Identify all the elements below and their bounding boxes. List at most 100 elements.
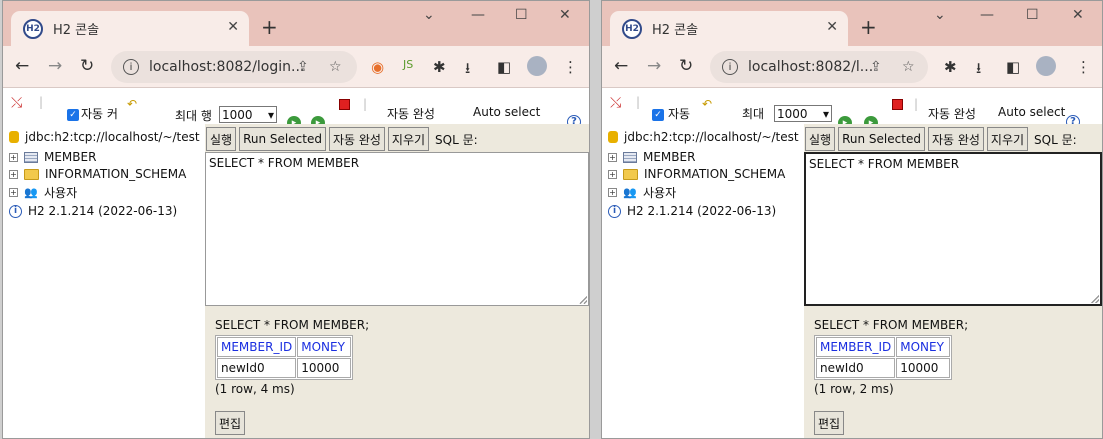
extension-icon[interactable]: ✱ bbox=[944, 58, 957, 76]
tree-item-information-schema[interactable]: + INFORMATION_SCHEMA bbox=[9, 167, 186, 181]
stop-icon[interactable] bbox=[339, 99, 350, 113]
table-cell: 10000 bbox=[896, 358, 951, 378]
auto-select-label: Auto select bbox=[473, 105, 541, 119]
tree-item-member[interactable]: + MEMBER bbox=[608, 150, 695, 164]
sidepanel-icon[interactable]: ◧ bbox=[1006, 58, 1020, 76]
rollback-icon[interactable]: ↶ bbox=[127, 97, 137, 111]
download-icon[interactable]: ⭳ bbox=[976, 58, 981, 83]
tree-item-users[interactable]: + 👥 사용자 bbox=[608, 184, 676, 201]
tree-item-users[interactable]: + 👥 사용자 bbox=[9, 184, 77, 201]
edit-button[interactable]: 편집 bbox=[814, 411, 845, 435]
minimize-icon[interactable]: — bbox=[471, 7, 485, 23]
extension-icon[interactable]: ✱ bbox=[433, 58, 446, 76]
clear-button[interactable]: 지우기 bbox=[986, 127, 1029, 151]
forward-icon[interactable]: → bbox=[647, 56, 661, 76]
tab-title: H2 콘솔 bbox=[652, 23, 699, 38]
disconnect-icon[interactable]: ⤯ bbox=[11, 95, 22, 111]
result-table: MEMBER_ID MONEY newId0 10000 bbox=[215, 335, 354, 380]
tree-item-member[interactable]: + MEMBER bbox=[9, 150, 96, 164]
column-header[interactable]: MONEY bbox=[896, 337, 951, 357]
separator: | bbox=[914, 97, 919, 111]
sql-editor[interactable]: SELECT * FROM MEMBER bbox=[205, 152, 589, 306]
users-icon: 👥 bbox=[24, 185, 38, 199]
close-icon[interactable]: ✕ bbox=[227, 19, 239, 35]
profile-icon[interactable] bbox=[527, 56, 547, 80]
column-header[interactable]: MEMBER_ID bbox=[217, 337, 297, 357]
connection-node[interactable]: jdbc:h2:tcp://localhost/~/test bbox=[9, 130, 200, 144]
expand-icon[interactable]: + bbox=[608, 169, 617, 179]
edit-button[interactable]: 편집 bbox=[215, 411, 246, 435]
maximize-icon[interactable]: ☐ bbox=[1026, 7, 1039, 23]
star-icon[interactable]: ☆ bbox=[329, 51, 342, 83]
column-header[interactable]: MONEY bbox=[297, 337, 352, 357]
expand-icon[interactable]: + bbox=[9, 188, 18, 197]
chevron-down-icon[interactable]: ⌄ bbox=[423, 7, 435, 23]
connection-node[interactable]: jdbc:h2:tcp://localhost/~/test bbox=[608, 130, 799, 144]
max-rows-select[interactable]: 1000 ▾ bbox=[774, 105, 832, 122]
expand-icon[interactable]: + bbox=[9, 169, 18, 179]
download-icon[interactable]: ⭳ bbox=[465, 58, 470, 83]
info-icon[interactable]: i bbox=[722, 59, 738, 75]
chevron-down-icon[interactable]: ⌄ bbox=[934, 7, 946, 23]
run-button[interactable]: 실행 bbox=[805, 127, 836, 151]
console-toolbar: ⤯ | ✓ 자동 ↶ 최대 1000 ▾ ▸ ▸ | 자동 완성 Auto sel… bbox=[602, 89, 1102, 130]
maximize-icon[interactable]: ☐ bbox=[515, 7, 528, 23]
tab-h2-console[interactable]: H2 H2 콘솔 ✕ bbox=[610, 11, 848, 46]
minimize-icon[interactable]: — bbox=[980, 7, 994, 23]
share-icon[interactable]: ⇪ bbox=[870, 51, 882, 83]
tree-item-information-schema[interactable]: + INFORMATION_SCHEMA bbox=[608, 167, 785, 181]
extension-orange-icon[interactable]: ◉ bbox=[371, 58, 384, 76]
expand-icon[interactable]: + bbox=[608, 188, 617, 197]
result-count: (1 row, 2 ms) bbox=[814, 382, 894, 396]
disconnect-icon[interactable]: ⤯ bbox=[610, 95, 621, 111]
address-bar[interactable]: i localhost:8082/l... ⇪ ☆ bbox=[710, 51, 928, 83]
close-window-icon[interactable]: ✕ bbox=[1072, 7, 1084, 23]
reload-icon[interactable]: ↻ bbox=[80, 56, 94, 76]
clear-button[interactable]: 지우기 bbox=[387, 127, 430, 151]
autocomplete-button[interactable]: 자동 완성 bbox=[328, 127, 385, 151]
column-header[interactable]: MEMBER_ID bbox=[816, 337, 896, 357]
url-text: localhost:8082/l... bbox=[748, 59, 874, 75]
expand-icon[interactable]: + bbox=[9, 152, 18, 162]
profile-icon[interactable] bbox=[1036, 56, 1056, 80]
back-icon[interactable]: ← bbox=[614, 56, 628, 76]
resize-grip-icon[interactable] bbox=[579, 296, 587, 304]
autocommit-checkbox[interactable]: ✓ bbox=[652, 107, 664, 121]
sql-editor[interactable]: SELECT * FROM MEMBER bbox=[804, 152, 1102, 306]
sql-label: SQL 문: bbox=[1034, 132, 1077, 147]
table-row: newId0 10000 bbox=[816, 358, 951, 378]
folder-icon bbox=[623, 168, 638, 180]
close-window-icon[interactable]: ✕ bbox=[559, 7, 571, 23]
share-icon[interactable]: ⇪ bbox=[297, 51, 309, 83]
tab-strip: H2 H2 콘솔 ✕ + ⌄ — ☐ ✕ bbox=[602, 1, 1102, 46]
separator: | bbox=[636, 95, 641, 109]
rollback-icon[interactable]: ↶ bbox=[702, 97, 712, 111]
query-toolbar: 실행 Run Selected 자동 완성 지우기 SQL 문: bbox=[804, 126, 1102, 152]
plus-icon[interactable]: + bbox=[860, 15, 877, 39]
menu-icon[interactable]: ⋮ bbox=[1076, 58, 1091, 76]
reload-icon[interactable]: ↻ bbox=[679, 56, 693, 76]
plus-icon[interactable]: + bbox=[261, 15, 278, 39]
stop-icon[interactable] bbox=[892, 99, 903, 113]
autocommit-checkbox[interactable]: ✓ bbox=[67, 107, 79, 121]
info-icon: i bbox=[608, 204, 621, 218]
forward-icon[interactable]: → bbox=[48, 56, 62, 76]
info-icon[interactable]: i bbox=[123, 59, 139, 75]
back-icon[interactable]: ← bbox=[15, 56, 29, 76]
run-selected-button[interactable]: Run Selected bbox=[239, 127, 326, 151]
close-icon[interactable]: ✕ bbox=[826, 19, 838, 35]
max-rows-select[interactable]: 1000 ▾ bbox=[219, 106, 277, 123]
resize-grip-icon[interactable] bbox=[1091, 295, 1099, 303]
tab-h2-console[interactable]: H2 H2 콘솔 ✕ bbox=[11, 11, 249, 46]
menu-icon[interactable]: ⋮ bbox=[563, 58, 578, 76]
result-area: SELECT * FROM MEMBER; MEMBER_ID MONEY ne… bbox=[814, 318, 968, 396]
version-info: i H2 2.1.214 (2022-06-13) bbox=[608, 204, 776, 218]
sidepanel-icon[interactable]: ◧ bbox=[497, 58, 511, 76]
autocomplete-button[interactable]: 자동 완성 bbox=[927, 127, 984, 151]
star-icon[interactable]: ☆ bbox=[902, 51, 915, 83]
run-selected-button[interactable]: Run Selected bbox=[838, 127, 925, 151]
run-button[interactable]: 실행 bbox=[206, 127, 237, 151]
expand-icon[interactable]: + bbox=[608, 152, 617, 162]
nodejs-extension-icon[interactable]: JS bbox=[403, 58, 413, 71]
address-bar[interactable]: i localhost:8082/login... ⇪ ☆ bbox=[111, 51, 357, 83]
